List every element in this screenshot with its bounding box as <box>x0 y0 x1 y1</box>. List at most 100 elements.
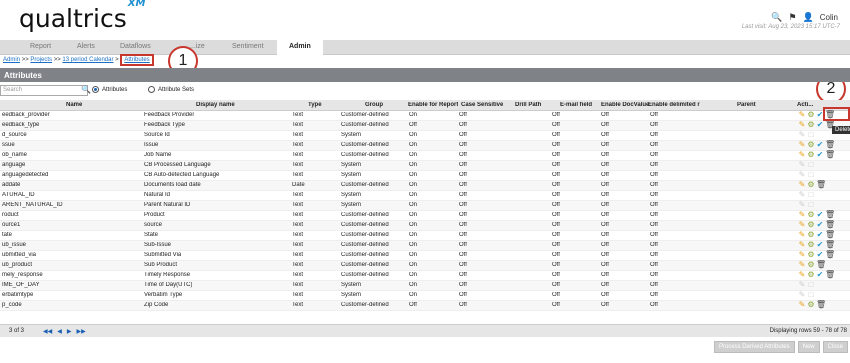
col-display-name[interactable]: Display name <box>196 102 235 108</box>
delete-icon[interactable]: 🗑 <box>816 181 826 189</box>
col-delimited[interactable]: Enable delimited r <box>648 102 700 108</box>
table-row[interactable]: addate Documents load date Date Customer-de… <box>0 181 850 191</box>
col-case[interactable]: Case Sensitive <box>461 102 503 108</box>
search-input[interactable]: Search <box>0 85 88 96</box>
first-page-icon[interactable]: ◀◀ <box>43 328 52 335</box>
apply-icon[interactable]: ✔ <box>816 251 824 259</box>
delete-icon[interactable]: 🗑 <box>825 141 835 149</box>
edit-icon[interactable]: ✎ <box>798 121 806 129</box>
new-button[interactable]: New <box>797 341 820 353</box>
tab-sentiment[interactable]: Sentiment <box>232 43 264 50</box>
table-row[interactable]: p_code Zip Code Text Customer-defined Off Off… <box>0 301 850 311</box>
col-drill[interactable]: Drill Path <box>515 102 541 108</box>
table-row[interactable]: ub_issue Sub-Issue Text Customer-defined On O… <box>0 241 850 251</box>
table-row[interactable]: ARENT_NATURAL_ID Parent Natural ID Text Sys… <box>0 201 850 211</box>
col-docvalue[interactable]: Enable DocValue <box>601 102 649 108</box>
tab-report[interactable]: Report <box>30 43 51 50</box>
delete-icon[interactable]: 🗑 <box>825 271 835 279</box>
edit-icon[interactable]: ✎ <box>798 181 806 189</box>
settings-icon[interactable]: ⚙ <box>807 301 815 309</box>
blank-icon[interactable]: □ <box>807 191 815 199</box>
apply-icon[interactable]: ✔ <box>816 241 824 249</box>
edit-icon[interactable]: ✎ <box>798 271 806 279</box>
edit-icon[interactable]: ✎ <box>798 141 806 149</box>
col-type[interactable]: Type <box>308 102 322 108</box>
close-button[interactable]: Close <box>822 341 848 353</box>
table-row[interactable]: eedback_type Feedback Type Text Customer-de… <box>0 121 850 131</box>
settings-icon[interactable]: ⚙ <box>807 151 815 159</box>
user-name[interactable]: Colin <box>820 13 838 22</box>
crumb-attributes[interactable]: Attributes <box>124 57 149 63</box>
delete-icon[interactable]: 🗑 <box>825 151 835 159</box>
col-group[interactable]: Group <box>365 102 383 108</box>
settings-icon[interactable]: ⚙ <box>807 231 815 239</box>
radio-attributes[interactable]: Attributes <box>92 86 127 93</box>
delete-icon[interactable]: 🗑 <box>825 221 835 229</box>
qualtrics-logo[interactable]: qualtricsXM <box>19 0 145 33</box>
table-row[interactable]: ob_name Job Name Text Customer-defined On Off… <box>0 151 850 161</box>
table-row[interactable]: erbatimtype Verbatim Type Text System On Off O… <box>0 291 850 301</box>
tab-admin[interactable]: Admin <box>277 40 323 55</box>
user-icon[interactable]: 👤 <box>803 12 814 23</box>
settings-icon[interactable]: ⚙ <box>807 141 815 149</box>
table-row[interactable]: IME_OF_DAY Time of Day(UTC) Text System On Of… <box>0 281 850 291</box>
blank-icon[interactable]: □ <box>807 291 815 299</box>
delete-icon[interactable]: 🗑 <box>825 231 835 239</box>
radio-attribute-sets[interactable]: Attribute Sets <box>148 86 194 93</box>
delete-icon[interactable]: 🗑 <box>825 211 835 219</box>
edit-icon[interactable]: ✎ <box>798 111 806 119</box>
delete-icon[interactable]: 🗑 <box>825 251 835 259</box>
edit-icon[interactable]: ✎ <box>798 151 806 159</box>
edit-icon[interactable]: ✎ <box>798 161 806 169</box>
table-row[interactable]: ubmitted_via Submitted Via Text Customer-de… <box>0 251 850 261</box>
edit-icon[interactable]: ✎ <box>798 241 806 249</box>
apply-icon[interactable]: ✔ <box>816 271 824 279</box>
apply-icon[interactable]: ✔ <box>816 211 824 219</box>
search-icon[interactable]: 🔍 <box>81 85 91 94</box>
delete-icon[interactable]: 🗑 <box>816 301 826 309</box>
settings-icon[interactable]: ⚙ <box>807 181 815 189</box>
settings-icon[interactable]: ⚙ <box>807 221 815 229</box>
settings-icon[interactable]: ⚙ <box>807 121 815 129</box>
settings-icon[interactable]: ⚙ <box>807 251 815 259</box>
search-icon[interactable]: 🔍 <box>771 12 782 23</box>
blank-icon[interactable]: □ <box>807 131 815 139</box>
apply-icon[interactable]: ✔ <box>816 221 824 229</box>
blank-icon[interactable]: □ <box>807 171 815 179</box>
tab-alerts[interactable]: Alerts <box>77 43 95 50</box>
settings-icon[interactable]: ⚙ <box>807 261 815 269</box>
edit-icon[interactable]: ✎ <box>798 131 806 139</box>
table-row[interactable]: anguagedetected CB Auto-detected Language… <box>0 171 850 181</box>
edit-icon[interactable]: ✎ <box>798 281 806 289</box>
table-row[interactable]: eedback_provider Feedback Provider Text Cus… <box>0 111 850 121</box>
apply-icon[interactable]: ✔ <box>816 121 824 129</box>
crumb-calendar[interactable]: 13 period Calendar <box>62 57 113 63</box>
flag-icon[interactable]: ⚑ <box>788 12 796 23</box>
apply-icon[interactable]: ✔ <box>816 141 824 149</box>
edit-icon[interactable]: ✎ <box>798 171 806 179</box>
edit-icon[interactable]: ✎ <box>798 221 806 229</box>
blank-icon[interactable]: □ <box>807 201 815 209</box>
crumb-admin[interactable]: Admin <box>3 57 20 63</box>
next-page-icon[interactable]: ▶ <box>67 328 72 335</box>
table-row[interactable]: tate State Text Customer-defined On Off Off Off… <box>0 231 850 241</box>
table-row[interactable]: ATURAL_ID Natural Id Text System On Off Off Off… <box>0 191 850 201</box>
edit-icon[interactable]: ✎ <box>798 211 806 219</box>
col-email[interactable]: E-mail field <box>560 102 592 108</box>
edit-icon[interactable]: ✎ <box>798 201 806 209</box>
prev-page-icon[interactable]: ◀ <box>57 328 62 335</box>
edit-icon[interactable]: ✎ <box>798 301 806 309</box>
apply-icon[interactable]: ✔ <box>816 231 824 239</box>
table-row[interactable]: mely_response Timely Response Text Customer… <box>0 271 850 281</box>
table-row[interactable]: ource1 source Text Customer-defined On Off Off… <box>0 221 850 231</box>
settings-icon[interactable]: ⚙ <box>807 271 815 279</box>
edit-icon[interactable]: ✎ <box>798 231 806 239</box>
col-parent[interactable]: Parent <box>737 102 756 108</box>
table-row[interactable]: ub_product Sub Product Text Customer-define… <box>0 261 850 271</box>
tab-dataflows[interactable]: Dataflows <box>120 43 151 50</box>
crumb-projects[interactable]: Projects <box>30 57 52 63</box>
last-page-icon[interactable]: ▶▶ <box>76 328 85 335</box>
blank-icon[interactable]: □ <box>807 281 815 289</box>
table-row[interactable]: d_source Source Id Text System On Off Off Off Of… <box>0 131 850 141</box>
edit-icon[interactable]: ✎ <box>798 261 806 269</box>
